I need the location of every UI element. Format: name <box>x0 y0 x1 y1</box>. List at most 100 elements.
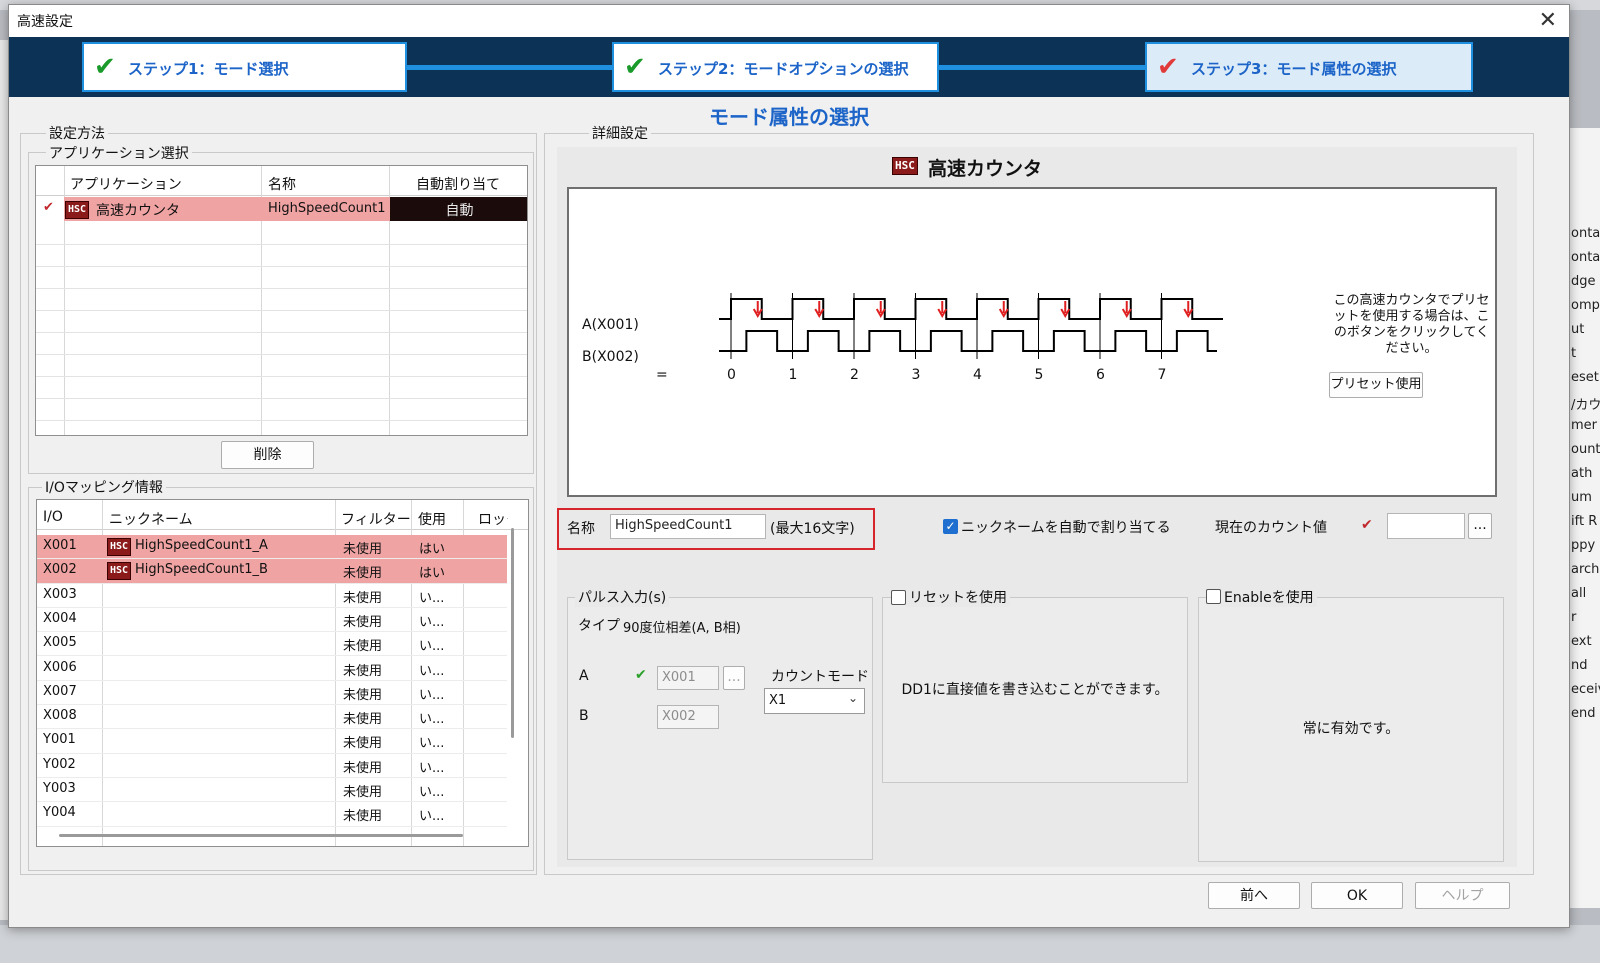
background-list-item: eset <box>1571 370 1599 385</box>
name-input[interactable]: HighSpeedCount1 <box>610 514 766 539</box>
signal-b-label: B(X002) <box>582 349 639 365</box>
count-edge-arrow <box>937 301 948 319</box>
io-cell: Y002 <box>43 756 76 772</box>
tick-label: 2 <box>850 367 859 383</box>
step-2-label: ステップ2：モードオプションの選択 <box>658 60 909 78</box>
col-use[interactable]: 使用 <box>418 509 446 529</box>
input-a-check-icon: ✔ <box>635 667 647 683</box>
help-button[interactable]: ヘルプ <box>1415 882 1510 909</box>
filter-cell: 未使用 <box>343 663 383 679</box>
io-table-vscroll[interactable] <box>511 528 514 738</box>
hsc-icon: HSC <box>107 562 132 581</box>
count-edge-arrow <box>1183 301 1194 319</box>
background-list-item: all <box>1571 586 1587 601</box>
background-list-item: /カウ <box>1571 398 1600 413</box>
close-icon[interactable]: ✕ <box>1539 8 1557 33</box>
table-row[interactable]: X002 HighSpeedCount1_B 未使用 はい HSC <box>37 559 507 584</box>
count-check-icon: ✔ <box>1361 517 1373 533</box>
io-table-hscroll[interactable] <box>59 834 463 837</box>
background-list-item: t <box>1571 346 1577 361</box>
use-cell: い... <box>419 687 445 703</box>
table-row[interactable]: Y001 未使用 い... <box>37 729 507 754</box>
col-filter[interactable]: フィルター <box>341 509 411 529</box>
filter-cell: 未使用 <box>343 566 383 582</box>
input-a-label: A <box>579 668 589 684</box>
input-b-label: B <box>579 708 589 724</box>
step-3[interactable]: ✔ ステップ3：モード属性の選択 <box>1145 42 1473 92</box>
hsc-icon: HSC <box>892 157 918 175</box>
table-row[interactable]: X001 HighSpeedCount1_A 未使用 はい HSC <box>37 535 507 560</box>
application-group-label: アプリケーション選択 <box>46 143 192 163</box>
check-icon: ✔ <box>624 52 646 82</box>
pulse-input-label: パルス入力(s) <box>575 587 670 607</box>
col-application[interactable]: アプリケーション <box>70 174 182 194</box>
col-auto-assign[interactable]: 自動割り当て <box>416 174 500 194</box>
col-lock[interactable]: ロック <box>478 509 508 529</box>
instance-name: HighSpeedCount1 <box>268 201 386 216</box>
table-row[interactable]: X006 未使用 い... <box>37 657 507 681</box>
use-reset-checkbox[interactable] <box>891 590 906 605</box>
background-list-item: um <box>1571 490 1592 505</box>
filter-cell: 未使用 <box>343 590 383 606</box>
background-app-bottom <box>0 925 1600 963</box>
background-list-item: ut <box>1571 322 1585 337</box>
use-cell: い... <box>419 809 445 825</box>
filter-cell: 未使用 <box>343 760 383 776</box>
io-cell: X004 <box>43 610 77 626</box>
table-row[interactable]: Y004 未使用 い... <box>37 802 507 827</box>
io-cell: X006 <box>43 659 77 675</box>
io-cell: X007 <box>43 683 77 699</box>
count-edge-arrow <box>1121 301 1132 319</box>
table-row[interactable]: X008 未使用 い... <box>37 705 507 730</box>
table-row[interactable]: Y002 未使用 い... <box>37 754 507 778</box>
auto-assign-value: 自動 <box>445 203 474 219</box>
table-row[interactable]: X003 未使用 い... <box>37 584 507 608</box>
step-3-label: ステップ3：モード属性の選択 <box>1191 60 1397 78</box>
table-row[interactable]: X007 未使用 い... <box>37 681 507 706</box>
step-connector <box>407 65 613 70</box>
background-app-left-edge <box>0 40 8 920</box>
auto-nickname-label[interactable]: ニックネームを自動で割り当てる <box>961 517 1171 537</box>
delete-button[interactable]: 削除 <box>221 441 314 469</box>
input-a-browse-button[interactable]: ... <box>723 666 745 690</box>
table-row[interactable]: X005 未使用 い... <box>37 632 507 657</box>
filter-cell: 未使用 <box>343 639 383 655</box>
col-io[interactable]: I/O <box>43 509 63 525</box>
io-cell: X003 <box>43 586 77 602</box>
background-list-item: mer <box>1571 418 1598 433</box>
preset-note: この高速カウンタでプリセットを使用する場合は、このボタンをクリックしてください。 <box>1333 293 1490 356</box>
count-browse-button[interactable]: ... <box>1468 513 1492 539</box>
current-count-input[interactable] <box>1387 513 1465 539</box>
col-nickname[interactable]: ニックネーム <box>109 509 193 529</box>
nickname-cell: HighSpeedCount1_B <box>135 562 268 578</box>
input-b-field[interactable]: X002 <box>657 705 719 729</box>
check-icon: ✔ <box>94 52 116 82</box>
background-list-item: eceiv <box>1571 682 1600 697</box>
prev-button[interactable]: 前へ <box>1208 882 1300 909</box>
application-table: アプリケーション 名称 自動割り当て ✔ HSC 高速カウンタ HighSpee… <box>35 165 528 436</box>
count-mode-select[interactable]: X1 ⌄ <box>764 688 865 714</box>
step-2[interactable]: ✔ ステップ2：モードオプションの選択 <box>612 42 939 92</box>
chevron-down-icon: ⌄ <box>847 691 858 705</box>
high-speed-settings-dialog: 高速設定 ✕ ✔ ステップ1：モード選択 ✔ ステップ2：モードオプションの選択… <box>8 4 1570 928</box>
background-list-item: ift R <box>1571 514 1598 529</box>
ok-button[interactable]: OK <box>1311 882 1403 909</box>
use-reset-label[interactable]: リセットを使用 <box>906 587 1010 607</box>
step-1[interactable]: ✔ ステップ1：モード選択 <box>82 42 407 92</box>
use-cell: はい <box>419 566 446 582</box>
table-row[interactable]: Y003 未使用 い... <box>37 778 507 803</box>
col-name[interactable]: 名称 <box>268 174 296 194</box>
use-preset-button[interactable]: プリセット使用 <box>1329 372 1423 398</box>
tick-label: 1 <box>788 367 798 383</box>
auto-nickname-checkbox[interactable]: ✓ <box>943 519 958 534</box>
io-cell: Y004 <box>43 805 76 821</box>
background-list-item: arch <box>1571 562 1600 577</box>
filter-cell: 未使用 <box>343 785 383 800</box>
use-enable-label[interactable]: Enableを使用 <box>1221 587 1317 607</box>
background-list-item: nd <box>1571 658 1588 673</box>
use-enable-checkbox[interactable] <box>1206 589 1221 604</box>
table-row[interactable]: ✔ HSC 高速カウンタ HighSpeedCount1 自動 <box>36 197 527 221</box>
input-a-field[interactable]: X001 <box>657 666 719 690</box>
table-row[interactable]: X004 未使用 い... <box>37 608 507 633</box>
wizard-step-bar: ✔ ステップ1：モード選択 ✔ ステップ2：モードオプションの選択 ✔ ステップ… <box>9 37 1569 97</box>
